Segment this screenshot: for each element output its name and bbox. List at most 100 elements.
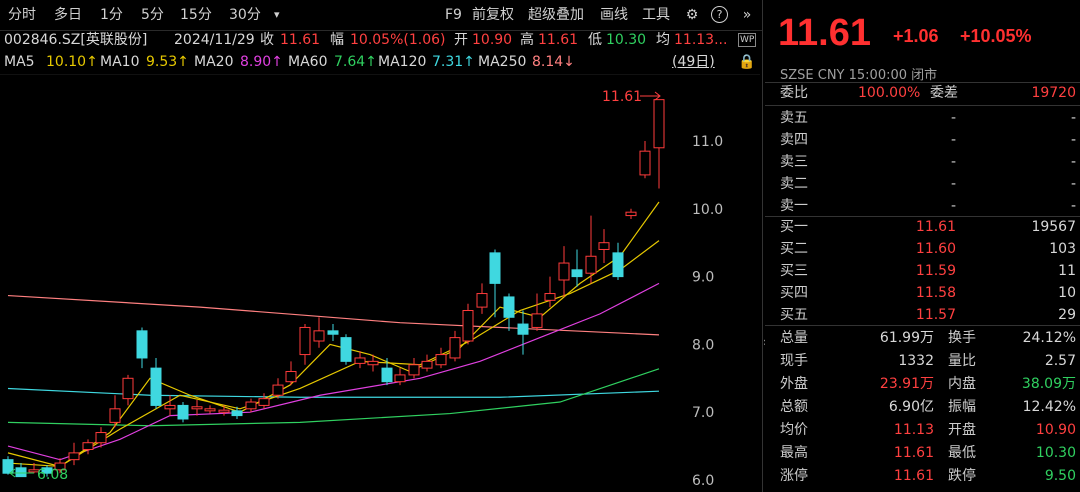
last-price: 11.61 bbox=[778, 12, 871, 54]
high-label: 高 bbox=[520, 32, 534, 48]
stat-row: 外盘 23.91万 内盘 38.09万 bbox=[780, 373, 1076, 395]
weibi-row: 委比 100.00% 委差 19720 bbox=[780, 82, 1076, 104]
sell-row[interactable]: 卖五 - - bbox=[780, 107, 1076, 129]
buy-row[interactable]: 买二 11.60 103 bbox=[780, 238, 1076, 260]
ma120-label: MA120 bbox=[378, 54, 427, 70]
kline-chart[interactable]: 11.0 10.0 9.0 8.0 7.0 6.0 11.61 6.08 bbox=[0, 74, 762, 492]
tools-button[interactable]: 工具 bbox=[642, 5, 670, 25]
candle-body bbox=[408, 364, 420, 376]
candle-body bbox=[15, 467, 27, 478]
price-change-pct: +10.05% bbox=[960, 26, 1032, 46]
sell-volume: - bbox=[1070, 176, 1076, 192]
help-icon[interactable]: ? bbox=[711, 6, 728, 23]
tab-multiday[interactable]: 多日 bbox=[54, 5, 82, 25]
candle-body bbox=[177, 404, 189, 420]
sell-row[interactable]: 卖三 - - bbox=[780, 151, 1076, 173]
stat-label: 总额 bbox=[780, 399, 808, 415]
price-change: +1.06 bbox=[893, 26, 939, 46]
stat-row: 总量 61.99万 换手 24.12% bbox=[780, 327, 1076, 349]
stat-value: 23.91万 bbox=[879, 376, 934, 392]
candle-body bbox=[122, 377, 134, 400]
candle-body bbox=[421, 360, 433, 369]
fuquan-button[interactable]: 前复权 bbox=[472, 5, 514, 25]
candle-body bbox=[571, 269, 583, 278]
sell-level-label: 卖一 bbox=[780, 198, 808, 214]
candle-body bbox=[231, 410, 243, 417]
tab-fenshi[interactable]: 分时 bbox=[8, 5, 36, 25]
y-tick-label: 8.0 bbox=[692, 337, 714, 353]
buy-volume: 10 bbox=[1058, 285, 1076, 301]
sell-price: - bbox=[950, 176, 956, 192]
buy-row[interactable]: 买四 11.58 10 bbox=[780, 282, 1076, 304]
high-value: 11.61 bbox=[538, 32, 579, 48]
candle-body bbox=[272, 384, 284, 396]
stat-label: 现手 bbox=[780, 353, 808, 369]
chart-toolbar: 分时 多日 1分 5分 15分 30分 ▾ F9 前复权 超级叠加 画线 工具 … bbox=[0, 0, 762, 31]
sell-level-label: 卖五 bbox=[780, 110, 808, 126]
ma20-value: 8.90↑ bbox=[240, 54, 283, 70]
panel-divider bbox=[762, 0, 763, 492]
tab-1min[interactable]: 1分 bbox=[100, 5, 123, 25]
stat-value: 10.90 bbox=[1035, 422, 1076, 438]
sell-row[interactable]: 卖一 - - bbox=[780, 195, 1076, 217]
stat-label: 换手 bbox=[948, 330, 976, 346]
collapse-icon[interactable]: » bbox=[738, 6, 756, 24]
sell-volume: - bbox=[1070, 132, 1076, 148]
stat-value: 61.99万 bbox=[879, 330, 934, 346]
y-tick-label: 9.0 bbox=[692, 270, 714, 286]
candle-body bbox=[245, 401, 257, 410]
y-tick-label: 6.0 bbox=[692, 473, 714, 489]
candle-body bbox=[653, 99, 665, 149]
candle-body bbox=[476, 293, 488, 308]
stat-row: 均价 11.13 开盘 10.90 bbox=[780, 419, 1076, 441]
stat-value: 11.13 bbox=[893, 422, 934, 438]
buy-level-label: 买四 bbox=[780, 285, 808, 301]
wp-badge[interactable]: WP bbox=[738, 33, 757, 47]
y-tick-label: 10.0 bbox=[692, 202, 723, 218]
lock-icon[interactable]: 🔒 bbox=[738, 52, 755, 72]
buy-row[interactable]: 买五 11.57 29 bbox=[780, 304, 1076, 326]
stat-label: 跌停 bbox=[948, 468, 976, 484]
date-label: 2024/11/29 bbox=[174, 32, 255, 48]
buy-level-label: 买二 bbox=[780, 241, 808, 257]
candle-body bbox=[381, 367, 393, 383]
ma10-label: MA10 bbox=[100, 54, 140, 70]
tab-15min[interactable]: 15分 bbox=[180, 5, 212, 25]
candle-body bbox=[136, 330, 148, 359]
tab-30min[interactable]: 30分 bbox=[229, 5, 261, 25]
candle-body bbox=[544, 293, 556, 301]
period-dropdown-icon[interactable]: ▾ bbox=[274, 5, 280, 25]
period-selector[interactable]: (49日) bbox=[672, 52, 715, 72]
candle-body bbox=[313, 330, 325, 342]
overlay-button[interactable]: 超级叠加 bbox=[528, 5, 584, 25]
y-tick-label: 11.0 bbox=[692, 134, 723, 150]
buy-volume: 29 bbox=[1058, 307, 1076, 323]
y-tick-label: 7.0 bbox=[692, 405, 714, 421]
low-label: 低 bbox=[588, 32, 602, 48]
stock-code: 002846.SZ[英联股份] bbox=[4, 32, 148, 48]
candle-body bbox=[462, 310, 474, 342]
draw-button[interactable]: 画线 bbox=[600, 5, 628, 25]
buy-row[interactable]: 买三 11.59 11 bbox=[780, 260, 1076, 282]
sell-volume: - bbox=[1070, 198, 1076, 214]
stat-value: 11.61 bbox=[893, 468, 934, 484]
buy-level-label: 买三 bbox=[780, 263, 808, 279]
buy-row[interactable]: 买一 11.61 19567 bbox=[780, 216, 1076, 238]
stat-label: 最高 bbox=[780, 445, 808, 461]
weibi-value: 100.00% bbox=[858, 85, 921, 101]
tab-5min[interactable]: 5分 bbox=[141, 5, 164, 25]
ma250-value: 8.14↓ bbox=[532, 54, 575, 70]
buy-volume: 19567 bbox=[1031, 219, 1076, 235]
stat-value: 6.90亿 bbox=[888, 399, 934, 415]
sell-row[interactable]: 卖二 - - bbox=[780, 173, 1076, 195]
sell-price: - bbox=[950, 132, 956, 148]
sell-row[interactable]: 卖四 - - bbox=[780, 129, 1076, 151]
gear-icon[interactable]: ⚙ bbox=[683, 6, 701, 24]
candle-body bbox=[340, 337, 352, 362]
stock-info-line: 002846.SZ[英联股份] 2024/11/29 收 11.61 幅 10.… bbox=[4, 30, 760, 52]
sell-price: - bbox=[950, 198, 956, 214]
open-value: 10.90 bbox=[472, 32, 513, 48]
stat-label: 开盘 bbox=[948, 422, 976, 438]
candle-body bbox=[82, 442, 94, 450]
f9-button[interactable]: F9 bbox=[445, 5, 462, 25]
